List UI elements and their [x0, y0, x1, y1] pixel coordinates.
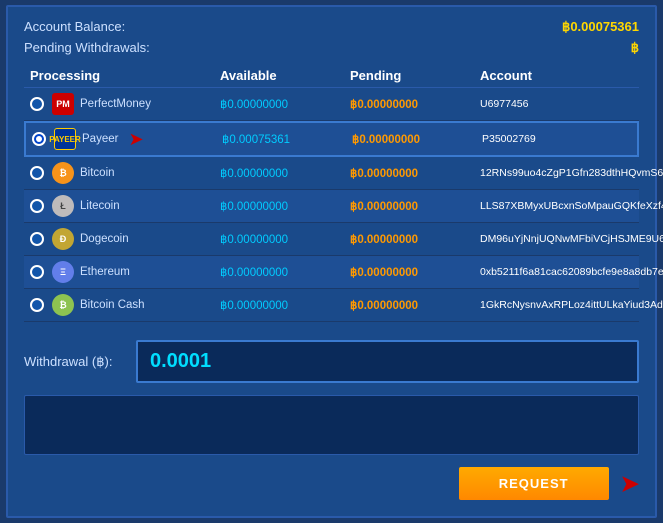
processing-cell-bch: ₿ Bitcoin Cash [30, 294, 220, 316]
bch-label: Bitcoin Cash [80, 299, 145, 311]
ltc-account: LLS87XBMyxUBcxnSoMpauGQKfeXzf4hqsi [480, 200, 663, 212]
processing-cell-doge: Ð Dogecoin [30, 228, 220, 250]
col-processing: Processing [30, 68, 220, 83]
ltc-pending: ฿0.00000000 [350, 199, 480, 213]
col-pending: Pending [350, 68, 480, 83]
pending-withdrawals-row: Pending Withdrawals: ฿ [24, 40, 639, 56]
account-balance-label: Account Balance: [24, 19, 125, 35]
radio-doge[interactable] [30, 232, 44, 246]
radio-btc[interactable] [30, 166, 44, 180]
radio-bch[interactable] [30, 298, 44, 312]
col-available: Available [220, 68, 350, 83]
radio-eth[interactable] [30, 265, 44, 279]
processing-cell-payeer: PAYEER Payeer ➤ [32, 128, 222, 150]
payeer-account: P35002769 [482, 133, 631, 145]
request-section: REQUEST ➤ [24, 467, 639, 500]
withdrawal-input[interactable] [136, 340, 639, 383]
pm-available: ฿0.00000000 [220, 97, 350, 111]
doge-available: ฿0.00000000 [220, 232, 350, 246]
pending-withdrawals-value: ฿ [631, 40, 639, 56]
eth-pending: ฿0.00000000 [350, 265, 480, 279]
pending-withdrawals-label: Pending Withdrawals: [24, 40, 150, 56]
pm-icon: PM [52, 93, 74, 115]
btc-pending: ฿0.00000000 [350, 166, 480, 180]
radio-payeer[interactable] [32, 132, 46, 146]
payment-table: Processing Available Pending Account PM … [24, 64, 639, 322]
doge-label: Dogecoin [80, 233, 129, 245]
bch-icon: ₿ [52, 294, 74, 316]
table-row[interactable]: PAYEER Payeer ➤ ฿0.00075361 ฿0.00000000 … [24, 121, 639, 157]
col-account: Account [480, 68, 633, 83]
pm-pending: ฿0.00000000 [350, 97, 480, 111]
radio-pm[interactable] [30, 97, 44, 111]
ltc-label: Litecoin [80, 200, 120, 212]
memo-textarea[interactable] [24, 395, 639, 455]
ltc-icon: Ł [52, 195, 74, 217]
bch-account: 1GkRcNysnvAxRPLoz4ittULkaYiud3AdpP [480, 299, 663, 311]
table-row[interactable]: Ð Dogecoin ฿0.00000000 ฿0.00000000 DM96u… [24, 223, 639, 256]
payeer-label: Payeer [82, 133, 118, 145]
ltc-available: ฿0.00000000 [220, 199, 350, 213]
processing-cell-ltc: Ł Litecoin [30, 195, 220, 217]
eth-label: Ethereum [80, 266, 130, 278]
payeer-pending: ฿0.00000000 [352, 132, 482, 146]
request-arrow-icon: ➤ [621, 471, 639, 497]
payeer-icon: PAYEER [54, 128, 76, 150]
doge-pending: ฿0.00000000 [350, 232, 480, 246]
withdrawal-input-wrapper: ➤ [136, 340, 639, 383]
payeer-available: ฿0.00075361 [222, 132, 352, 146]
table-row[interactable]: Ł Litecoin ฿0.00000000 ฿0.00000000 LLS87… [24, 190, 639, 223]
btc-label: Bitcoin [80, 167, 115, 179]
account-balance-value: ฿0.00075361 [562, 19, 639, 35]
withdrawal-label: Withdrawal (฿): [24, 354, 124, 370]
table-row[interactable]: Ξ Ethereum ฿0.00000000 ฿0.00000000 0xb52… [24, 256, 639, 289]
btc-account: 12RNs99uo4cZgP1Gfn283dthHQvmS6K2yT [480, 167, 663, 179]
processing-cell-btc: ₿ Bitcoin [30, 162, 220, 184]
pm-label: PerfectMoney [80, 98, 151, 110]
btc-icon: ₿ [52, 162, 74, 184]
withdrawal-section: Withdrawal (฿): ➤ [24, 340, 639, 383]
table-header: Processing Available Pending Account [24, 64, 639, 88]
processing-cell: PM PerfectMoney [30, 93, 220, 115]
bch-available: ฿0.00000000 [220, 298, 350, 312]
doge-icon: Ð [52, 228, 74, 250]
main-container: Account Balance: ฿0.00075361 Pending Wit… [6, 5, 657, 518]
payeer-arrow-icon: ➤ [128, 129, 143, 150]
radio-ltc[interactable] [30, 199, 44, 213]
bch-pending: ฿0.00000000 [350, 298, 480, 312]
account-balance-row: Account Balance: ฿0.00075361 [24, 19, 639, 35]
request-button[interactable]: REQUEST [459, 467, 609, 500]
eth-available: ฿0.00000000 [220, 265, 350, 279]
processing-cell-eth: Ξ Ethereum [30, 261, 220, 283]
doge-account: DM96uYjNnjUQNwMFbiVCjHSJME9U6MVoZu [480, 233, 663, 245]
table-row[interactable]: ₿ Bitcoin Cash ฿0.00000000 ฿0.00000000 1… [24, 289, 639, 322]
eth-account: 0xb5211f6a81cac62089bcfe9e8a8db7e784dc29… [480, 266, 663, 278]
btc-available: ฿0.00000000 [220, 166, 350, 180]
eth-icon: Ξ [52, 261, 74, 283]
pm-account: U6977456 [480, 98, 633, 110]
table-row[interactable]: PM PerfectMoney ฿0.00000000 ฿0.00000000 … [24, 88, 639, 121]
table-row[interactable]: ₿ Bitcoin ฿0.00000000 ฿0.00000000 12RNs9… [24, 157, 639, 190]
